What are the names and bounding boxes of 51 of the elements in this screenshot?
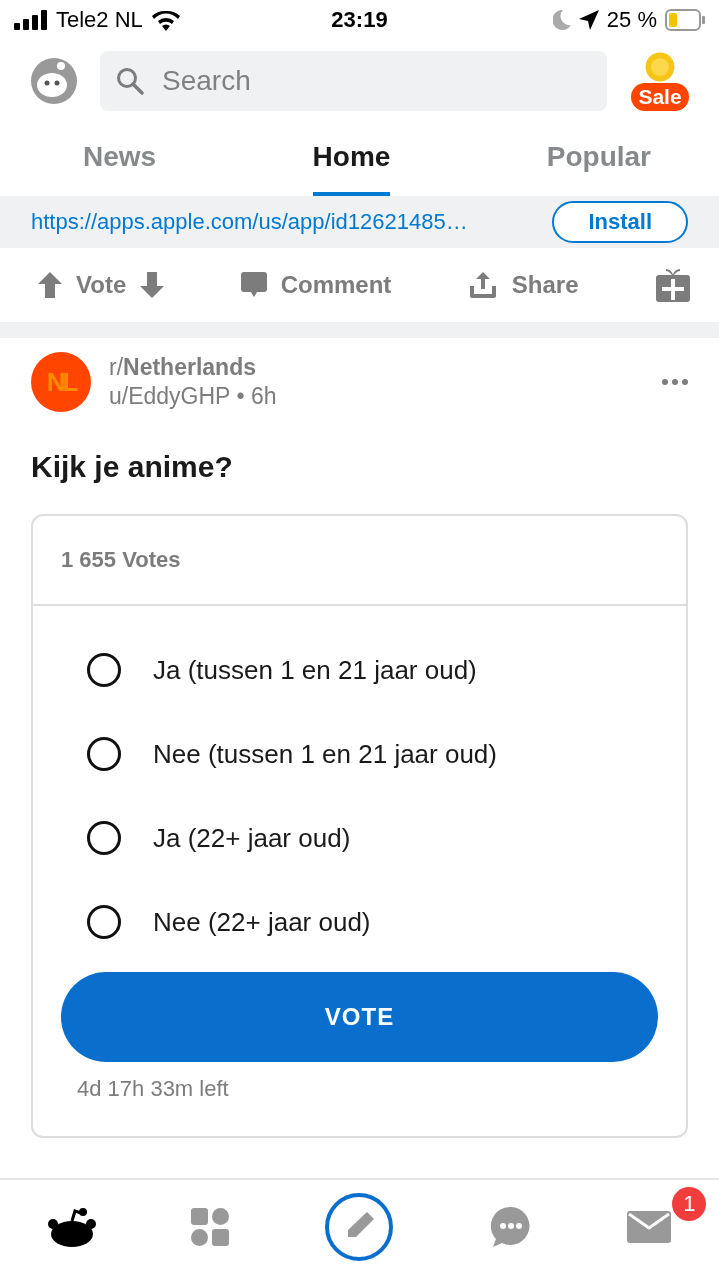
search-icon: [116, 67, 144, 95]
alien-icon: [47, 1207, 96, 1247]
downvote-icon[interactable]: [140, 272, 165, 298]
radio-button[interactable]: [87, 653, 121, 687]
pencil-circle-icon: [324, 1192, 395, 1262]
time-left: 4d 17h 33m left: [77, 1076, 229, 1101]
vote-submit-button[interactable]: VOTE: [61, 972, 658, 1062]
more-options-icon[interactable]: [662, 379, 688, 385]
feed-tab[interactable]: News: [83, 122, 157, 196]
poll-option[interactable]: Ja (tussen 1 en 21 jaar oud): [153, 654, 477, 686]
sale-badge[interactable]: Sale: [631, 83, 689, 111]
vote-button[interactable]: Vote: [38, 271, 165, 299]
signal-icon: [14, 10, 48, 30]
battery-icon: [665, 9, 705, 31]
upvote-icon[interactable]: [38, 272, 62, 298]
create-post-button[interactable]: [324, 1192, 395, 1262]
post-author-time: u/EddyGHP • 6h: [109, 383, 278, 410]
subreddit-name[interactable]: r/Netherlands: [109, 354, 644, 381]
speech-bubble-icon: [240, 272, 267, 298]
envelope-icon: [627, 1211, 672, 1243]
moon-icon: [552, 10, 571, 30]
share-icon: [467, 270, 498, 300]
grid-shapes-icon: [191, 1208, 230, 1246]
chat-bubble-icon: [489, 1206, 532, 1248]
install-button[interactable]: Install: [552, 201, 688, 243]
notification-badge: 1: [672, 1187, 707, 1221]
inbox-nav-button[interactable]: [627, 1211, 672, 1243]
gift-icon: [654, 267, 691, 303]
share-button[interactable]: Share: [467, 270, 579, 300]
avatar-icon[interactable]: [30, 57, 78, 105]
radio-button[interactable]: [87, 821, 121, 855]
clock-time: 23:19: [331, 7, 388, 33]
gift-button[interactable]: [654, 267, 691, 303]
vote-count: 1 655 Votes: [61, 547, 181, 573]
battery-percent: 25 %: [606, 7, 657, 33]
poll-option[interactable]: Ja (22+ jaar oud): [153, 822, 351, 854]
post-title: Kijk je anime?: [31, 450, 234, 484]
search-field[interactable]: Search: [100, 51, 607, 111]
chat-nav-button[interactable]: [489, 1206, 532, 1248]
location-arrow-icon: [578, 10, 599, 30]
poll-option[interactable]: Nee (tussen 1 en 21 jaar oud): [153, 738, 497, 770]
home-nav-button[interactable]: [47, 1207, 96, 1247]
radio-button[interactable]: [87, 905, 121, 939]
poll-option[interactable]: Nee (22+ jaar oud): [153, 906, 371, 938]
wifi-icon: [150, 9, 181, 31]
feed-tab[interactable]: Popular: [546, 122, 651, 196]
app-store-link[interactable]: https://apps.apple.com/us/app/id12621485…: [31, 209, 468, 235]
communities-nav-button[interactable]: [191, 1208, 230, 1246]
radio-button[interactable]: [87, 737, 121, 771]
carrier-name: Tele2 NL: [56, 7, 143, 33]
comment-button[interactable]: Comment: [240, 271, 392, 299]
